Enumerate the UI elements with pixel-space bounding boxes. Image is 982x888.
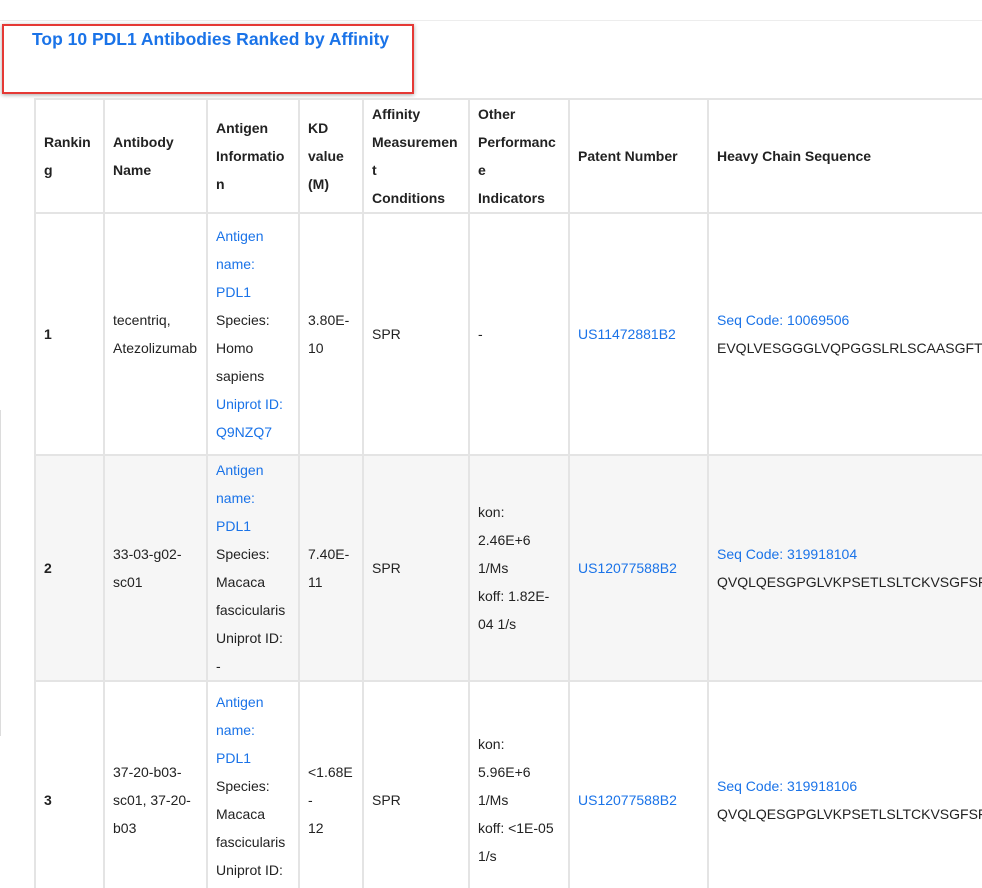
conditions-cell: SPR <box>363 455 469 681</box>
table-row: 1 tecentriq,Atezolizumab Antigenname:PDL… <box>35 213 982 455</box>
patent-link[interactable]: US12077588B2 <box>578 792 677 808</box>
header-affinity-conditions: AffinityMeasurementConditions <box>363 99 469 213</box>
ranking-cell: 3 <box>35 681 104 888</box>
patent-cell: US12077588B2 <box>569 681 708 888</box>
species-text: Species: <box>216 540 290 568</box>
kd-value-cell: 3.80E-10 <box>299 213 363 455</box>
sequence-text: QVQLQESGPGLVKPSETLSLTCKVSGFSFNSGYYWGWIRQ… <box>717 800 982 828</box>
antigen-name-link[interactable]: Antigenname:PDL1 <box>216 688 290 772</box>
antibody-table: Ranking AntibodyName AntigenInformation … <box>34 98 982 888</box>
patent-link[interactable]: US12077588B2 <box>578 560 677 576</box>
antigen-name-link[interactable]: Antigenname:PDL1 <box>216 456 290 540</box>
header-ranking: Ranking <box>35 99 104 213</box>
heavy-chain-cell: Seq Code: 319918104 QVQLQESGPGLVKPSETLSL… <box>708 455 982 681</box>
antigen-info-cell: Antigenname:PDL1 Species: Homo sapiens U… <box>207 213 299 455</box>
seq-code-link[interactable]: Seq Code: 10069506 <box>717 312 849 328</box>
sequence-text: EVQLVESGGGLVQPGGSLRLSCAASGFTFSDSWIHWVRQA… <box>717 334 982 362</box>
header-antibody-name: AntibodyName <box>104 99 207 213</box>
heavy-chain-cell: Seq Code: 319918106 QVQLQESGPGLVKPSETLSL… <box>708 681 982 888</box>
species-text: Homo <box>216 334 290 362</box>
header-antigen-information: AntigenInformation <box>207 99 299 213</box>
patent-link[interactable]: US11472881B2 <box>578 326 676 342</box>
uniprot-text: Uniprot ID: - <box>216 624 290 680</box>
species-text: sapiens <box>216 362 290 390</box>
antibody-name-cell: tecentriq,Atezolizumab <box>104 213 207 455</box>
header-heavy-chain-sequence: Heavy Chain Sequence <box>708 99 982 213</box>
kd-value-cell: 7.40E-11 <box>299 455 363 681</box>
table-row: 2 33-03-g02-sc01 Antigenname:PDL1 Specie… <box>35 455 982 681</box>
conditions-cell: SPR <box>363 681 469 888</box>
other-indicators-cell: - <box>469 213 569 455</box>
seq-code-link[interactable]: Seq Code: 319918106 <box>717 778 857 794</box>
left-scroll-edge <box>0 410 1 736</box>
header-other-indicators: OtherPerformanceIndicators <box>469 99 569 213</box>
antibody-name-cell: 33-03-g02-sc01 <box>104 455 207 681</box>
table-row: 3 37-20-b03-sc01, 37-20-b03 Antigenname:… <box>35 681 982 888</box>
uniprot-link[interactable]: Uniprot ID:Q9NZQ7 <box>216 390 290 446</box>
species-text: fascicularis <box>216 828 290 856</box>
species-text: Macaca <box>216 568 290 596</box>
heavy-chain-cell: Seq Code: 10069506 EVQLVESGGGLVQPGGSLRLS… <box>708 213 982 455</box>
antigen-name-link[interactable]: Antigenname:PDL1 <box>216 222 290 306</box>
antigen-info-cell: Antigenname:PDL1 Species: Macaca fascicu… <box>207 681 299 888</box>
species-text: Macaca <box>216 800 290 828</box>
other-indicators-cell: kon: 5.96E+61/Mskoff: <1E-051/s <box>469 681 569 888</box>
header-kd-value: KDvalue(M) <box>299 99 363 213</box>
patent-cell: US11472881B2 <box>569 213 708 455</box>
header-row: Ranking AntibodyName AntigenInformation … <box>35 99 982 213</box>
species-text: fascicularis <box>216 596 290 624</box>
antigen-info-cell: Antigenname:PDL1 Species: Macaca fascicu… <box>207 455 299 681</box>
ranking-cell: 1 <box>35 213 104 455</box>
ranking-cell: 2 <box>35 455 104 681</box>
top-divider <box>0 20 982 21</box>
header-patent-number: Patent Number <box>569 99 708 213</box>
other-indicators-cell: kon: 2.46E+61/Mskoff: 1.82E-04 1/s <box>469 455 569 681</box>
patent-cell: US12077588B2 <box>569 455 708 681</box>
antibody-name-cell: 37-20-b03-sc01, 37-20-b03 <box>104 681 207 888</box>
species-text: Species: <box>216 306 290 334</box>
table-container[interactable]: Ranking AntibodyName AntigenInformation … <box>34 98 982 888</box>
conditions-cell: SPR <box>363 213 469 455</box>
kd-value-cell: <1.68E-12 <box>299 681 363 888</box>
species-text: Species: <box>216 772 290 800</box>
page-title: Top 10 PDL1 Antibodies Ranked by Affinit… <box>32 28 389 50</box>
seq-code-link[interactable]: Seq Code: 319918104 <box>717 546 857 562</box>
uniprot-text: Uniprot ID: - <box>216 856 290 888</box>
sequence-text: QVQLQESGPGLVKPSETLSLTCKVSGFSFSSGYYWGWIRQ… <box>717 568 982 596</box>
